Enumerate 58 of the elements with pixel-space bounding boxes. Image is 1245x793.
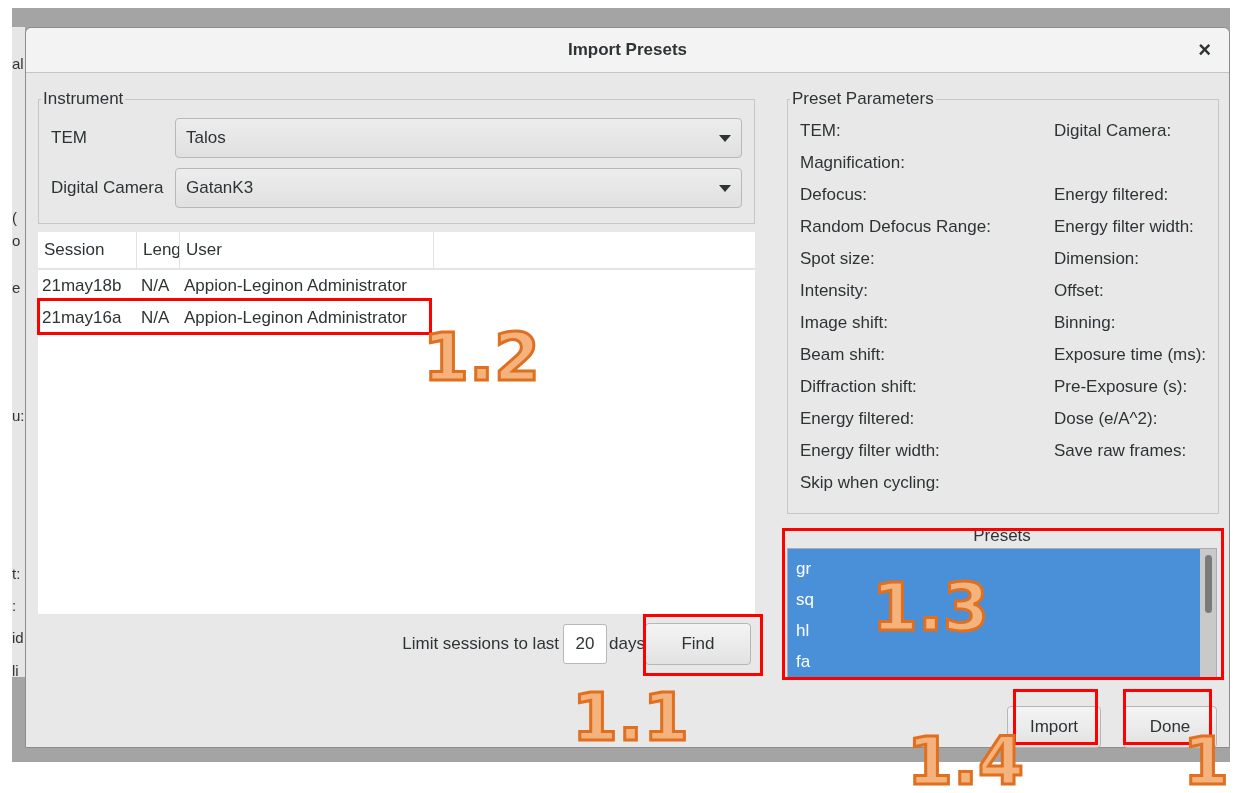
parameter-label: Exposure time (ms): xyxy=(1054,345,1207,365)
background-text: e xyxy=(12,279,21,296)
step-number: 1.1 xyxy=(572,685,689,751)
parameter-label: Energy filtered: xyxy=(1054,185,1170,205)
close-button[interactable]: × xyxy=(1194,37,1215,63)
table-cell-text: Appion-Leginon Administrator xyxy=(183,308,409,328)
background-text: li xyxy=(12,662,19,677)
window-title: Import Presets xyxy=(567,40,687,60)
background-text: o xyxy=(12,232,21,249)
background-text: ( xyxy=(12,209,17,226)
column-header[interactable]: Leng xyxy=(137,232,180,268)
table-cell-text: N/A xyxy=(140,276,171,296)
background-text: id xyxy=(12,629,24,646)
group-title: Preset Parameters xyxy=(791,89,935,109)
parameter-label: Diffraction shift: xyxy=(800,377,918,397)
step-number: 1.2 xyxy=(423,325,540,391)
parameter-label: Dimension: xyxy=(1054,249,1141,269)
column-header[interactable]: User xyxy=(180,232,434,268)
table-cell-text: 21may16a xyxy=(41,308,123,328)
parameter-label: Intensity: xyxy=(800,281,870,301)
parameter-label: Spot size: xyxy=(800,249,876,269)
column-header[interactable]: Session xyxy=(38,232,137,268)
parameter-label: Dose (e/A^2): xyxy=(1054,409,1159,429)
parameter-label: Energy filtered: xyxy=(800,409,916,429)
find-button[interactable]: Find xyxy=(645,623,751,665)
parameter-label: Image shift: xyxy=(800,313,889,333)
caret-icon xyxy=(719,134,731,142)
background-text: : xyxy=(12,597,17,614)
scrollbar[interactable] xyxy=(1200,549,1216,677)
table-cell-text: N/A xyxy=(140,308,171,328)
parameter-label: Energy filter width: xyxy=(800,441,941,461)
unit-label: days xyxy=(609,634,645,654)
table-cell-text: Appion-Leginon Administrator xyxy=(183,276,409,296)
table-cell-text: 21may18b xyxy=(41,276,123,296)
group-title: Instrument xyxy=(42,89,125,109)
parameter-label: Save raw frames: xyxy=(1054,441,1188,461)
parameter-label: Random Defocus Range: xyxy=(800,217,992,237)
parameter-label: Magnification: xyxy=(800,153,906,173)
field-label: TEM xyxy=(51,128,88,148)
parameter-label: Defocus: xyxy=(800,185,869,205)
parameter-label: Pre-Exposure (s): xyxy=(1054,377,1189,397)
background-text: t: xyxy=(12,565,21,582)
parameter-label: Energy filter width: xyxy=(1054,217,1195,237)
parameter-label: Binning: xyxy=(1054,313,1117,333)
caret-icon xyxy=(719,184,731,192)
background-text: u: xyxy=(12,407,25,424)
parameter-label: Skip when cycling: xyxy=(800,473,941,493)
limit-label: Limit sessions to last xyxy=(402,634,560,654)
parameter-label: Offset: xyxy=(1054,281,1105,301)
dropdown[interactable]: Talos xyxy=(175,118,742,158)
parameter-label: Beam shift: xyxy=(800,345,887,365)
field-label: Digital Camera xyxy=(51,178,165,198)
dropdown[interactable]: GatanK3 xyxy=(175,168,742,208)
days-input[interactable]: 20 xyxy=(563,624,608,664)
parameter-label: TEM: xyxy=(800,121,842,141)
background-text: al xyxy=(12,55,24,72)
parameter-label: Digital Camera: xyxy=(1054,121,1173,141)
table-row[interactable]: 21may18b N/A Appion-Leginon Administrator xyxy=(38,270,755,302)
